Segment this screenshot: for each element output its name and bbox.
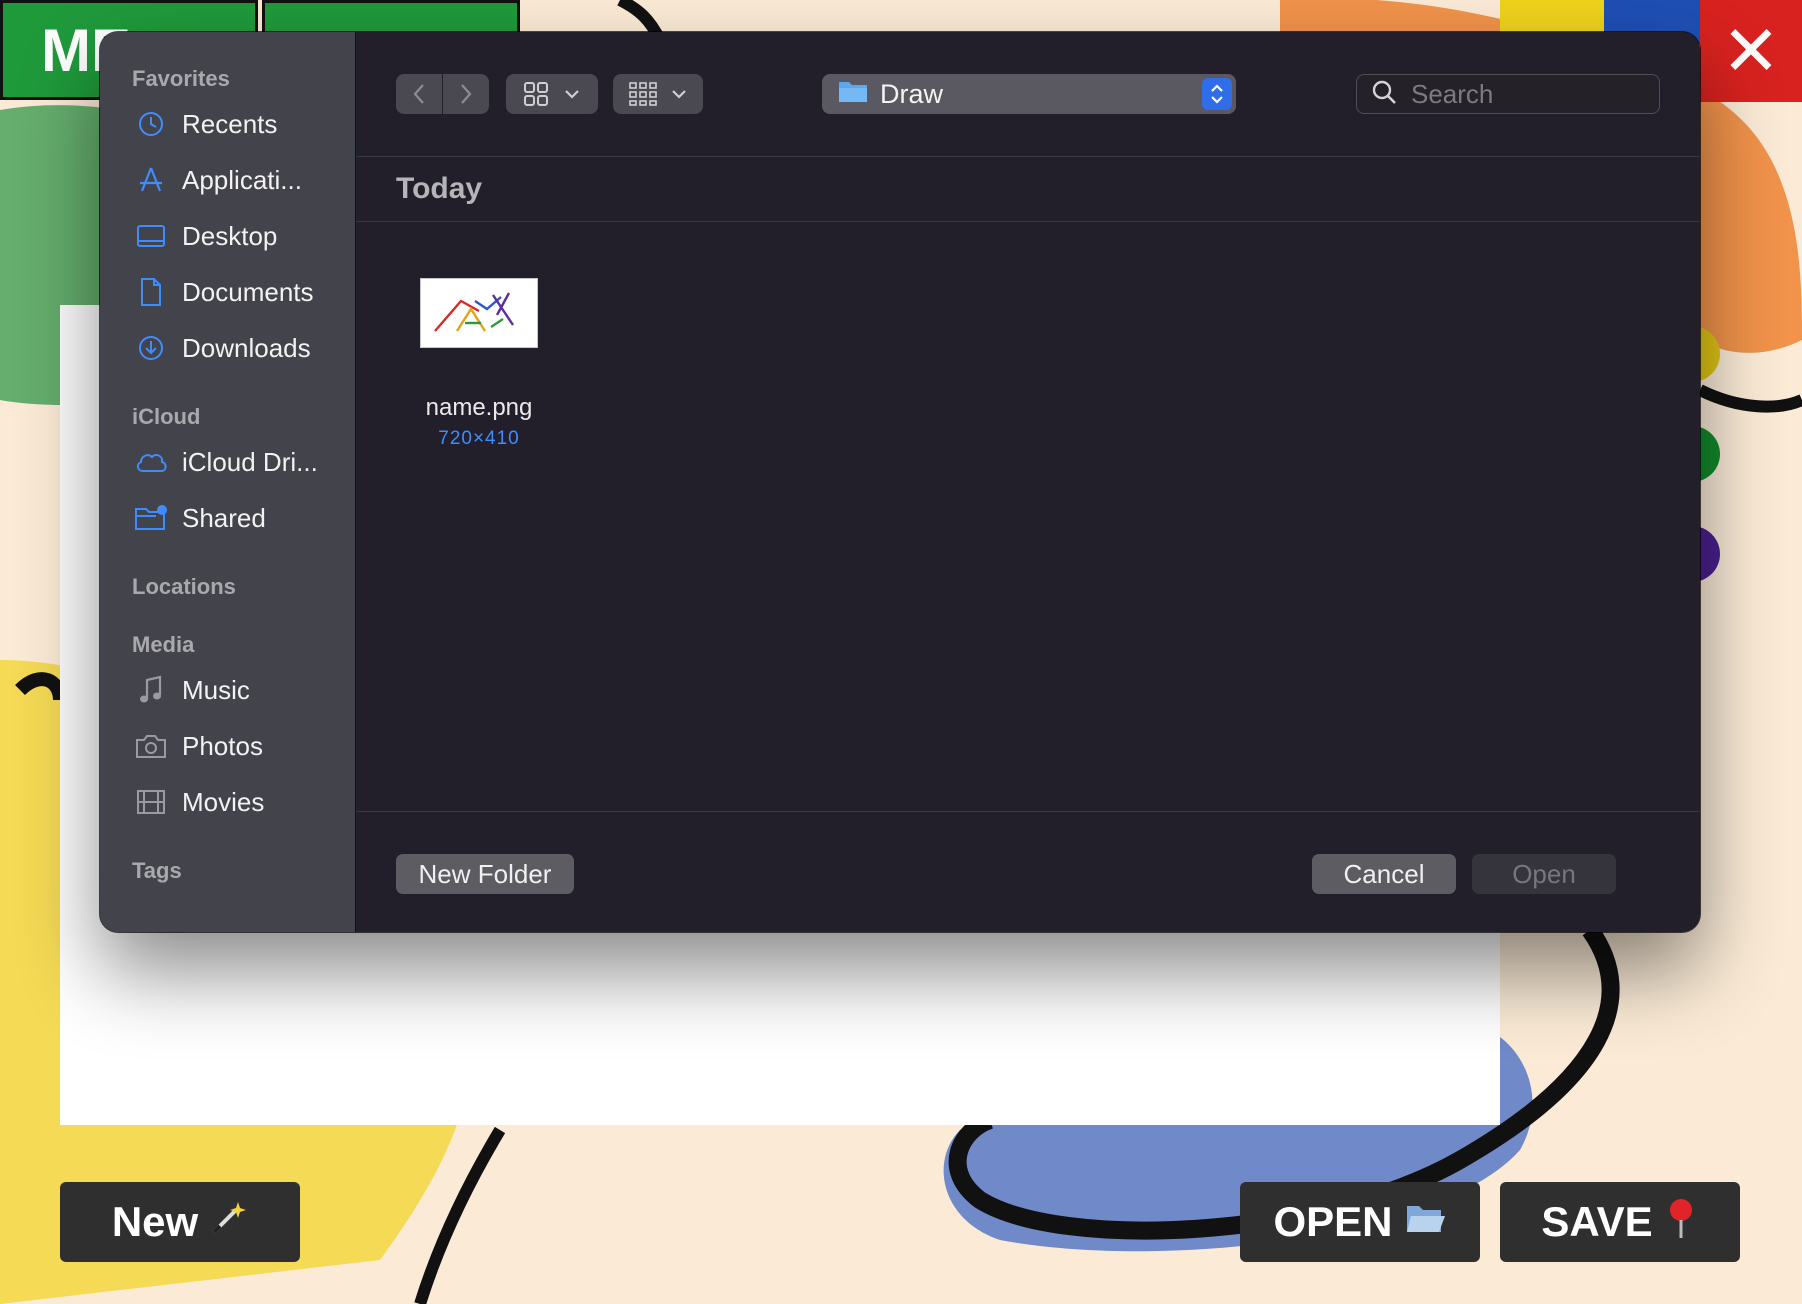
dialog-open-button-label: Open [1512, 858, 1576, 889]
forward-button[interactable] [443, 74, 489, 114]
dialog-toolbar: Draw [356, 32, 1700, 157]
open-button-label: OPEN [1273, 1198, 1393, 1245]
sidebar-item-label: Photos [182, 730, 263, 761]
dialog-footer: New Folder Cancel Open [356, 811, 1700, 932]
film-icon [134, 785, 168, 819]
sidebar-section-favorites: Favorites [132, 66, 230, 91]
sidebar-item-music[interactable]: Music [100, 662, 355, 718]
up-down-arrows-icon [1202, 78, 1232, 110]
new-folder-button[interactable]: New Folder [396, 854, 574, 894]
dialog-sidebar: Favorites Recents Applicati... Desktop D… [100, 32, 356, 932]
sidebar-item-label: Recents [182, 108, 278, 139]
location-label: Draw [880, 78, 944, 109]
gallery-grid-icon [629, 82, 657, 106]
search-input[interactable] [1409, 77, 1653, 111]
file-item[interactable]: name.png 720×410 [414, 278, 544, 450]
search-icon [1371, 79, 1397, 110]
sidebar-item-desktop[interactable]: Desktop [100, 208, 355, 264]
sidebar-item-label: Movies [182, 786, 265, 817]
sidebar-item-documents[interactable]: Documents [100, 264, 355, 320]
close-icon: ✕ [1721, 10, 1781, 92]
desktop-icon [134, 219, 168, 253]
folder-icon [838, 79, 868, 110]
open-folder-icon [1403, 1198, 1447, 1247]
clock-icon [134, 107, 168, 141]
sidebar-item-icloud-drive[interactable]: iCloud Dri... [100, 434, 355, 490]
chevron-left-icon [413, 84, 424, 104]
grid-icon [524, 82, 548, 106]
group-view-button[interactable] [613, 74, 703, 114]
file-dimensions: 720×410 [438, 428, 520, 449]
pushpin-icon [1663, 1196, 1699, 1249]
cloud-icon [134, 445, 168, 479]
search-field[interactable] [1356, 74, 1660, 114]
new-folder-button-label: New Folder [418, 858, 552, 889]
sidebar-item-recents[interactable]: Recents [100, 96, 355, 152]
sidebar-item-label: Desktop [182, 220, 278, 251]
file-thumbnail [420, 278, 538, 348]
sidebar-item-applications[interactable]: Applicati... [100, 152, 355, 208]
sidebar-item-label: Shared [182, 502, 266, 533]
icon-view-button[interactable] [506, 74, 598, 114]
sidebar-item-label: iCloud Dri... [182, 446, 318, 477]
sidebar-section-tags: Tags [132, 858, 182, 883]
open-file-dialog: Favorites Recents Applicati... Desktop D… [100, 32, 1700, 932]
sidebar-item-downloads[interactable]: Downloads [100, 320, 355, 376]
close-button[interactable]: ✕ [1700, 0, 1802, 102]
dialog-open-button[interactable]: Open [1472, 854, 1616, 894]
music-note-icon [134, 673, 168, 707]
camera-icon [134, 729, 168, 763]
sidebar-item-shared[interactable]: Shared [100, 490, 355, 546]
document-icon [134, 275, 168, 309]
save-button[interactable]: SAVE [1500, 1182, 1740, 1262]
file-name: name.png [425, 394, 533, 421]
chevron-right-icon [461, 84, 472, 104]
sidebar-item-label: Music [182, 674, 250, 705]
shared-folder-icon [134, 501, 168, 535]
applications-icon [134, 163, 168, 197]
new-button[interactable]: New [60, 1182, 300, 1262]
sidebar-item-label: Downloads [182, 332, 311, 363]
sidebar-item-movies[interactable]: Movies [100, 774, 355, 830]
new-button-label: New [111, 1198, 199, 1245]
chevron-down-icon [565, 90, 579, 99]
magic-wand-icon [208, 1198, 248, 1247]
sidebar-item-photos[interactable]: Photos [100, 718, 355, 774]
cancel-button-label: Cancel [1343, 858, 1425, 889]
open-button[interactable]: OPEN [1240, 1182, 1480, 1262]
sidebar-item-label: Documents [182, 276, 314, 307]
sidebar-section-icloud: iCloud [132, 404, 201, 429]
group-header-today: Today [356, 157, 1700, 222]
save-button-label: SAVE [1541, 1198, 1653, 1245]
sidebar-item-label: Applicati... [182, 164, 302, 195]
sidebar-section-locations: Locations [132, 574, 236, 599]
download-icon [134, 331, 168, 365]
sidebar-section-media: Media [132, 632, 195, 657]
cancel-button[interactable]: Cancel [1312, 854, 1456, 894]
location-popup[interactable]: Draw [822, 74, 1236, 114]
chevron-down-icon [672, 90, 686, 99]
drawing-thumbnail-image [434, 292, 514, 332]
back-button[interactable] [396, 74, 442, 114]
dialog-main-panel: Draw Today [356, 32, 1700, 932]
